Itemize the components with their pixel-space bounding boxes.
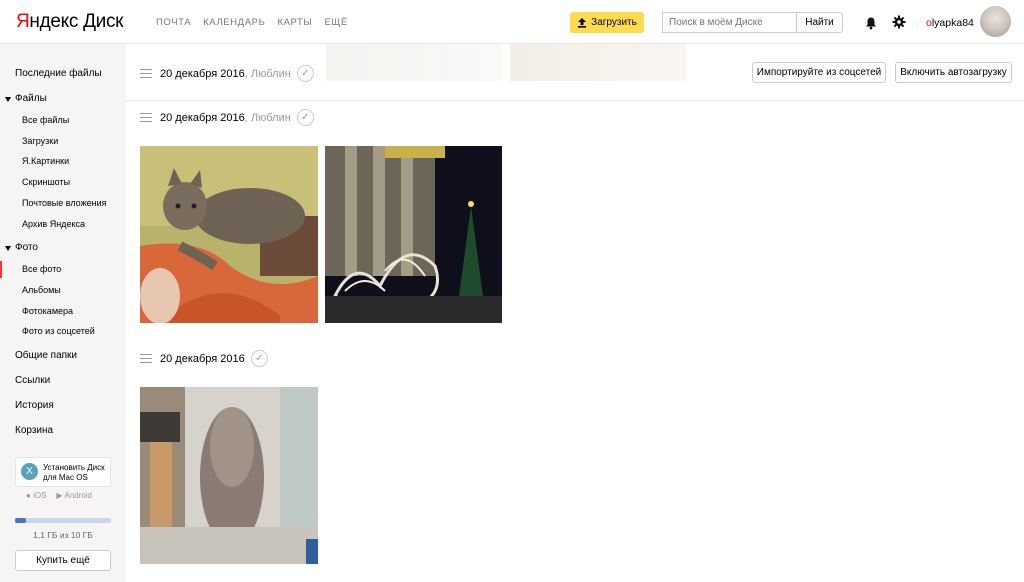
active-indicator bbox=[0, 261, 2, 278]
nav-more[interactable]: ЕЩЁ bbox=[324, 17, 347, 28]
group-header: 20 декабря 2016 , Люблин ✓ bbox=[140, 109, 314, 126]
cat-photo bbox=[140, 146, 318, 323]
sidebar-item-photo[interactable]: Фото bbox=[15, 242, 38, 253]
username-rest: lyapka84 bbox=[931, 17, 974, 29]
sidebar-item-ya-pictures[interactable]: Я.Картинки bbox=[22, 156, 69, 166]
sidebar-item-albums[interactable]: Альбомы bbox=[22, 285, 61, 295]
sidebar-item-history[interactable]: История bbox=[15, 400, 54, 411]
sidebar-item-yandex-archive[interactable]: Архив Яндекса bbox=[22, 219, 85, 229]
header: Яндекс Диск ПОЧТА КАЛЕНДАРЬ КАРТЫ ЕЩЁ За… bbox=[0, 0, 1024, 44]
install-text: Установить Диск для Mac OS bbox=[43, 463, 105, 483]
expand-photo-icon[interactable] bbox=[5, 246, 11, 251]
fluffy-cat-photo bbox=[140, 387, 318, 564]
group-date: 20 декабря 2016 bbox=[160, 111, 245, 124]
ios-link[interactable]: ● iOS bbox=[26, 491, 46, 500]
android-label: Android bbox=[64, 491, 92, 500]
storage-text: 1,1 ГБ из 10 ГБ bbox=[33, 530, 93, 540]
sidebar-item-recent[interactable]: Последние файлы bbox=[15, 68, 102, 79]
sidebar-item-files[interactable]: Файлы bbox=[15, 93, 47, 104]
enable-autoload-button[interactable]: Включить автозагрузку bbox=[895, 62, 1012, 83]
yandex-disk-logo[interactable]: Яндекс Диск bbox=[16, 11, 123, 33]
nav-mail[interactable]: ПОЧТА bbox=[156, 17, 191, 28]
android-link[interactable]: ▶ Android bbox=[56, 491, 92, 500]
group-location: , Люблин bbox=[244, 111, 291, 124]
top-nav: ПОЧТА КАЛЕНДАРЬ КАРТЫ ЕЩЁ bbox=[156, 17, 348, 28]
drag-handle-icon[interactable] bbox=[140, 354, 152, 363]
group-header: 20 декабря 2016 ✓ bbox=[140, 350, 268, 367]
photo-thumbnail[interactable] bbox=[140, 387, 318, 564]
night-lights-photo bbox=[325, 146, 502, 323]
import-social-button[interactable]: Импортируйте из соцсетей bbox=[752, 62, 886, 83]
platform-links: ● iOS ▶ Android bbox=[26, 491, 92, 500]
select-group-check-icon[interactable]: ✓ bbox=[296, 65, 314, 82]
photo-thumbnail[interactable] bbox=[325, 146, 502, 323]
nav-maps[interactable]: КАРТЫ bbox=[277, 17, 312, 28]
drag-handle-icon[interactable] bbox=[140, 113, 152, 122]
sidebar-item-all-photos[interactable]: Все фото bbox=[22, 264, 61, 274]
apple-icon: ● bbox=[26, 491, 31, 500]
upload-icon bbox=[578, 17, 587, 28]
sidebar: Последние файлы Файлы Все файлы Загрузки… bbox=[0, 44, 126, 582]
expand-files-icon[interactable] bbox=[5, 97, 11, 102]
faded-photo[interactable] bbox=[326, 44, 502, 81]
gear-icon[interactable] bbox=[892, 15, 906, 29]
sidebar-item-social-photos[interactable]: Фото из соцсетей bbox=[22, 326, 95, 336]
search-input[interactable] bbox=[662, 12, 796, 33]
avatar[interactable] bbox=[980, 6, 1011, 37]
android-icon: ▶ bbox=[56, 491, 63, 500]
group-location: , Люблин bbox=[244, 67, 291, 80]
upload-label: Загрузить bbox=[591, 17, 637, 28]
buy-more-button[interactable]: Купить ещё bbox=[15, 550, 111, 571]
upload-button[interactable]: Загрузить bbox=[570, 12, 644, 33]
storage-bar bbox=[15, 518, 111, 523]
select-group-check-icon[interactable]: ✓ bbox=[250, 350, 268, 367]
ios-label: iOS bbox=[33, 491, 47, 500]
sidebar-item-all-files[interactable]: Все файлы bbox=[22, 115, 69, 125]
username[interactable]: olyapka84 bbox=[926, 17, 974, 29]
sidebar-item-downloads[interactable]: Загрузки bbox=[22, 136, 58, 146]
install-line2: для Mac OS bbox=[43, 473, 88, 482]
group-date: 20 декабря 2016 bbox=[160, 352, 245, 365]
install-disk-banner[interactable]: X Установить Диск для Mac OS bbox=[15, 457, 111, 487]
logo-letter: Я bbox=[16, 11, 30, 32]
sidebar-item-trash[interactable]: Корзина bbox=[15, 425, 53, 436]
install-line1: Установить Диск bbox=[43, 463, 105, 472]
logo-text: ндекс Диск bbox=[29, 11, 124, 32]
main-content: 20 декабря 2016 , Люблин ✓ Импортируйте … bbox=[126, 44, 1024, 582]
sidebar-item-links[interactable]: Ссылки bbox=[15, 375, 50, 386]
select-group-check-icon[interactable]: ✓ bbox=[296, 109, 314, 126]
nav-calendar[interactable]: КАЛЕНДАРЬ bbox=[203, 17, 265, 28]
search-button[interactable]: Найти bbox=[796, 12, 843, 33]
storage-fill bbox=[15, 518, 26, 523]
sidebar-item-shared[interactable]: Общие папки bbox=[15, 350, 77, 361]
group-header: 20 декабря 2016 , Люблин ✓ bbox=[140, 65, 314, 82]
sidebar-item-screenshots[interactable]: Скриншоты bbox=[22, 177, 70, 187]
sidebar-item-mail-attachments[interactable]: Почтовые вложения bbox=[22, 198, 106, 208]
bell-icon[interactable] bbox=[864, 16, 878, 30]
top-strip: 20 декабря 2016 , Люблин ✓ Импортируйте … bbox=[126, 44, 1024, 101]
disk-app-icon: X bbox=[21, 463, 38, 480]
faded-photo[interactable] bbox=[510, 44, 686, 81]
sidebar-item-camera[interactable]: Фотокамера bbox=[22, 306, 73, 316]
photo-thumbnail[interactable] bbox=[140, 146, 318, 323]
group-date: 20 декабря 2016 bbox=[160, 67, 245, 80]
drag-handle-icon[interactable] bbox=[140, 69, 152, 78]
